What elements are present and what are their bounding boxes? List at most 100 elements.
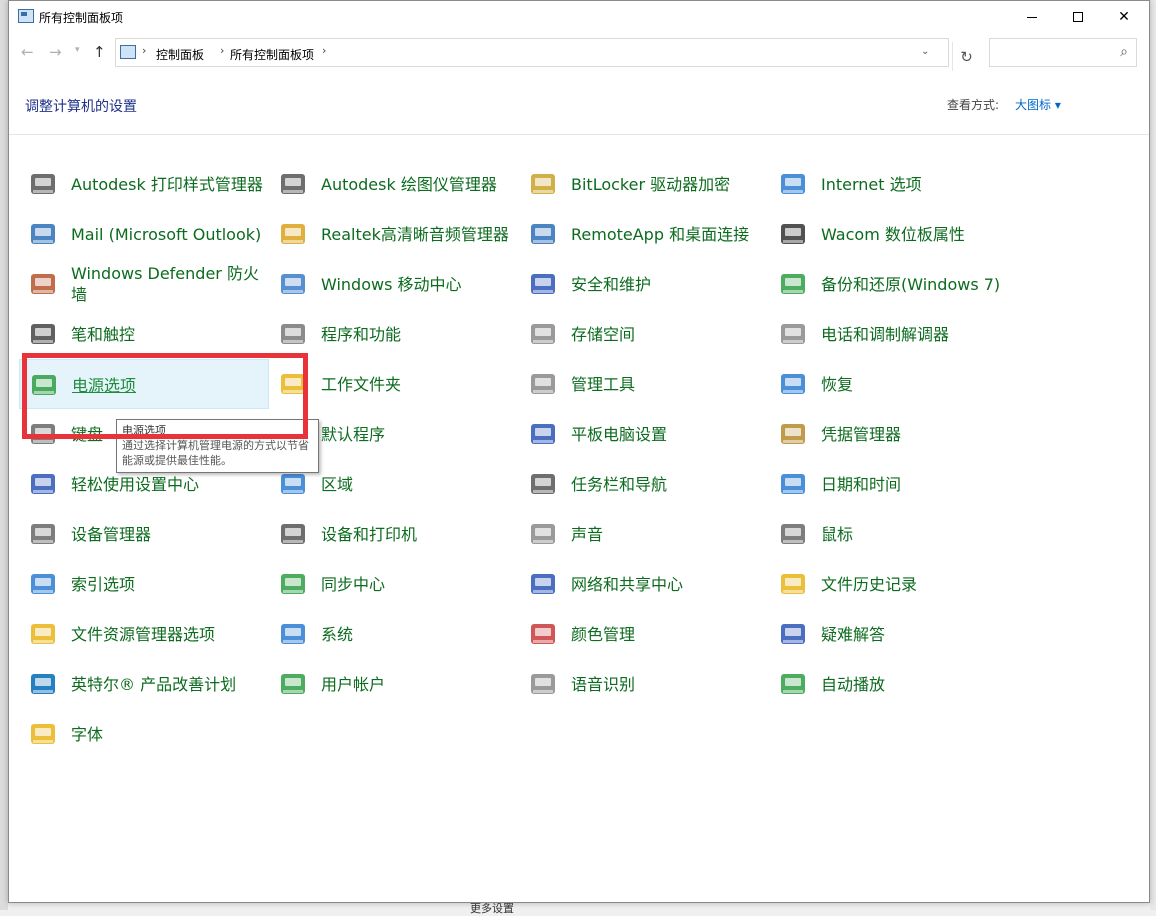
- control-panel-item[interactable]: Internet 选项: [769, 159, 1019, 209]
- control-panel-item[interactable]: BitLocker 驱动器加密: [519, 159, 769, 209]
- firewall-icon: [27, 268, 59, 300]
- control-panel-item[interactable]: Windows 移动中心: [269, 259, 519, 309]
- control-panel-item[interactable]: 设备管理器: [19, 509, 269, 559]
- address-bar[interactable]: › 控制面板 › 所有控制面板项 › ⌄ ↻: [115, 38, 973, 71]
- breadcrumb-separator-icon[interactable]: ›: [220, 44, 224, 57]
- control-panel-item-label: 自动播放: [821, 674, 886, 694]
- recent-locations-icon[interactable]: ▾: [75, 45, 80, 55]
- control-panel-item-label: 任务栏和导航: [571, 474, 668, 494]
- control-panel-item[interactable]: 电源选项: [19, 359, 269, 409]
- control-panel-item-label: 索引选项: [71, 574, 136, 594]
- plotter-icon: [277, 168, 309, 200]
- control-panel-item[interactable]: 程序和功能: [269, 309, 519, 359]
- control-panel-item[interactable]: Realtek高清晰音频管理器: [269, 209, 519, 259]
- search-input[interactable]: ⌕: [989, 38, 1137, 67]
- maximize-icon: [1073, 12, 1083, 22]
- maximize-button[interactable]: [1055, 1, 1101, 33]
- control-panel-item[interactable]: 语音识别: [519, 659, 769, 709]
- intel-icon: [27, 668, 59, 700]
- breadcrumb-separator-icon[interactable]: ›: [142, 44, 146, 57]
- search-icon: ⌕: [1120, 44, 1128, 60]
- forward-arrow-icon[interactable]: →: [49, 43, 62, 61]
- control-panel-item[interactable]: 工作文件夹: [269, 359, 519, 409]
- control-panel-item[interactable]: 电话和调制解调器: [769, 309, 1019, 359]
- control-panel-item-label: 语音识别: [571, 674, 636, 694]
- control-panel-item[interactable]: 文件历史记录: [769, 559, 1019, 609]
- control-panel-item[interactable]: 字体: [19, 709, 269, 759]
- control-panel-item-label: 英特尔® 产品改善计划: [71, 674, 237, 694]
- microphone-icon: [527, 668, 559, 700]
- control-panel-item[interactable]: 文件资源管理器选项: [19, 609, 269, 659]
- control-panel-item[interactable]: 凭据管理器: [769, 409, 1019, 459]
- indexing-icon: [27, 568, 59, 600]
- printer-icon: [27, 168, 59, 200]
- content-header: 调整计算机的设置 查看方式: 大图标 ▾: [9, 69, 1149, 135]
- refresh-icon: ↻: [960, 47, 973, 66]
- control-panel-item[interactable]: 疑难解答: [769, 609, 1019, 659]
- minimize-icon: [1027, 16, 1037, 18]
- control-panel-item[interactable]: Autodesk 打印样式管理器: [19, 159, 269, 209]
- control-panel-window: 所有控制面板项 ✕ ← → ▾ ↑ › 控制面板 › 所有控制面板项 › ⌄ ↻…: [8, 0, 1150, 903]
- back-arrow-icon[interactable]: ←: [21, 43, 34, 61]
- control-panel-item-label: Autodesk 打印样式管理器: [71, 174, 263, 194]
- close-button[interactable]: ✕: [1101, 1, 1147, 33]
- minimize-button[interactable]: [1009, 1, 1055, 33]
- bitlocker-icon: [527, 168, 559, 200]
- network-icon: [527, 568, 559, 600]
- control-panel-item-label: 日期和时间: [821, 474, 902, 494]
- control-panel-item[interactable]: 英特尔® 产品改善计划: [19, 659, 269, 709]
- breadcrumb-separator-icon[interactable]: ›: [322, 44, 326, 57]
- control-panel-item[interactable]: 安全和维护: [519, 259, 769, 309]
- control-panel-item[interactable]: 索引选项: [19, 559, 269, 609]
- control-panel-item-label: 默认程序: [321, 424, 386, 444]
- control-panel-item[interactable]: 声音: [519, 509, 769, 559]
- view-by-dropdown[interactable]: 大图标 ▾: [1015, 96, 1061, 113]
- flag-icon: [527, 268, 559, 300]
- refresh-button[interactable]: ↻: [952, 42, 980, 71]
- credential-icon: [777, 418, 809, 450]
- work-folder-icon: [277, 368, 309, 400]
- breadcrumb-all-items[interactable]: 所有控制面板项: [230, 46, 314, 63]
- breadcrumb-control-panel[interactable]: 控制面板: [156, 46, 204, 63]
- mouse-icon: [777, 518, 809, 550]
- control-panel-item[interactable]: 笔和触控: [19, 309, 269, 359]
- title-bar[interactable]: 所有控制面板项 ✕: [9, 1, 1149, 33]
- control-panel-item[interactable]: 存储空间: [519, 309, 769, 359]
- control-panel-item-label: 网络和共享中心: [571, 574, 684, 594]
- control-panel-item[interactable]: 恢复: [769, 359, 1019, 409]
- control-panel-item-label: 文件历史记录: [821, 574, 918, 594]
- control-panel-item[interactable]: 任务栏和导航: [519, 459, 769, 509]
- chevron-down-icon[interactable]: ⌄: [921, 46, 929, 57]
- control-panel-item[interactable]: RemoteApp 和桌面连接: [519, 209, 769, 259]
- control-panel-item[interactable]: Wacom 数位板属性: [769, 209, 1019, 259]
- control-panel-icon: [18, 9, 34, 23]
- control-panel-item[interactable]: 用户帐户: [269, 659, 519, 709]
- tooltip-title: 电源选项: [122, 424, 166, 437]
- control-panel-item-label: Windows 移动中心: [321, 274, 462, 294]
- control-panel-item-label: Internet 选项: [821, 174, 922, 194]
- control-panel-item[interactable]: 管理工具: [519, 359, 769, 409]
- control-panel-item[interactable]: 自动播放: [769, 659, 1019, 709]
- control-panel-item[interactable]: 平板电脑设置: [519, 409, 769, 459]
- control-panel-item[interactable]: 设备和打印机: [269, 509, 519, 559]
- control-panel-item[interactable]: Mail (Microsoft Outlook): [19, 209, 269, 259]
- control-panel-item[interactable]: 鼠标: [769, 509, 1019, 559]
- control-panel-item-label: 电源选项: [72, 375, 137, 395]
- control-panel-item[interactable]: 日期和时间: [769, 459, 1019, 509]
- control-panel-item-label: 电话和调制解调器: [821, 324, 950, 344]
- folder-options-icon: [27, 618, 59, 650]
- control-panel-item[interactable]: 网络和共享中心: [519, 559, 769, 609]
- audio-manager-icon: [277, 218, 309, 250]
- control-panel-item[interactable]: 系统: [269, 609, 519, 659]
- control-panel-item[interactable]: 备份和还原(Windows 7): [769, 259, 1019, 309]
- control-panel-item[interactable]: 同步中心: [269, 559, 519, 609]
- color-management-icon: [527, 618, 559, 650]
- control-panel-icon: [120, 45, 136, 59]
- control-panel-item[interactable]: Windows Defender 防火墙: [19, 259, 269, 309]
- control-panel-item-label: BitLocker 驱动器加密: [571, 174, 731, 194]
- control-panel-item-label: 系统: [321, 624, 354, 644]
- control-panel-item-label: Realtek高清晰音频管理器: [321, 224, 509, 244]
- up-arrow-icon[interactable]: ↑: [93, 43, 106, 61]
- control-panel-item[interactable]: 颜色管理: [519, 609, 769, 659]
- control-panel-item[interactable]: Autodesk 绘图仪管理器: [269, 159, 519, 209]
